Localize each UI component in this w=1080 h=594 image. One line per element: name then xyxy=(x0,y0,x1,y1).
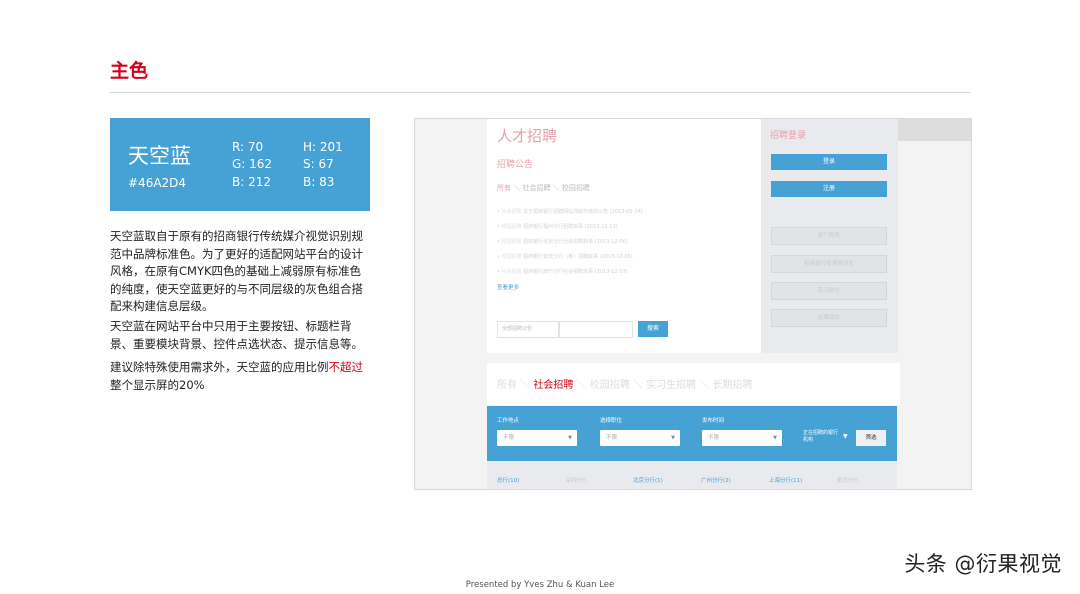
register-button[interactable]: 注册 xyxy=(771,181,887,197)
swatch-h: H: 201 xyxy=(303,140,343,154)
category-tabs: 所有 ＼ 社会招聘 ＼ 校园招聘 ＼ 实习生招聘 ＼ 长期招聘 xyxy=(497,380,753,391)
recruit-heading: 人才招聘 xyxy=(497,127,558,145)
description-paragraph-3: 建议除特殊使用需求外，天空蓝的应用比例不超过整个显示屏的20% xyxy=(110,359,372,394)
news-item[interactable]: • 校园招聘 招商银行安庆分行（筹）招聘启事 (2013-12-05) xyxy=(497,253,633,260)
login-title: 招聘登录 xyxy=(770,131,807,141)
news-item[interactable]: • 校园招聘 招商银行福州分行招聘启事 (2013-12-13) xyxy=(497,223,618,230)
location-label: 工作地点 xyxy=(497,418,520,424)
swatch-g: G: 162 xyxy=(232,157,273,171)
link-button[interactable]: 招商银行管理培训生 xyxy=(771,255,887,273)
link-button[interactable]: 招聘须知 xyxy=(771,309,887,327)
swatch-r: R: 70 xyxy=(232,140,264,154)
login-panel: 招聘登录 登录 注册 部门党风 招商银行管理培训生 实习岗位 招聘须知 xyxy=(761,119,898,353)
slide: 主色 天空蓝 #46A2D4 R: 70 G: 162 B: 212 H: 20… xyxy=(0,0,1080,594)
branch-bar: 总行(10) 深圳分行 北京分行(1) 广州分行(2) 上海分行(11) 重庆分… xyxy=(487,461,897,489)
branch-link[interactable]: 重庆分行 xyxy=(837,476,859,484)
news-item[interactable]: • 社会招聘 关于招商银行招聘网站改版升级的公告 (2013-05-24) xyxy=(497,208,643,215)
watermark: 头条 @衍果视觉 xyxy=(904,552,1062,576)
link-button[interactable]: 部门党风 xyxy=(771,227,887,245)
date-select[interactable]: 不限 ▼ xyxy=(702,430,782,446)
news-item[interactable]: • 社会招聘 招商银行西宁分行社会招聘启事 (2013-12-03) xyxy=(497,268,628,275)
filter-button[interactable]: 筛选 xyxy=(856,430,886,446)
website-screenshot: 人才招聘 招聘公告 所有 ＼ 社会招聘 ＼ 校园招聘 • 社会招聘 关于招商银行… xyxy=(414,118,972,490)
branch-link[interactable]: 深圳分行 xyxy=(565,476,587,484)
tab-social[interactable]: 社会招聘 xyxy=(522,184,550,192)
chevron-down-icon: ▼ xyxy=(773,435,777,441)
position-select[interactable]: 不限 ▼ xyxy=(600,430,680,446)
branch-link[interactable]: 广州分行(2) xyxy=(701,476,731,484)
news-item[interactable]: • 校园招聘 招商银行北京分行社会招聘启事 (2013-12-06) xyxy=(497,238,628,245)
more-link[interactable]: 查看更多 xyxy=(497,283,519,291)
swatch-s: S: 67 xyxy=(303,157,334,171)
tab-all-2[interactable]: 所有 xyxy=(497,380,517,391)
org-label: 正在招聘的银行机构 xyxy=(803,430,839,443)
category-tabs-bar: 所有 ＼ 社会招聘 ＼ 校园招聘 ＼ 实习生招聘 ＼ 长期招聘 xyxy=(487,363,900,405)
swatch-b: B: 212 xyxy=(232,175,271,189)
location-select[interactable]: 不限 ▼ xyxy=(497,430,577,446)
branch-link[interactable]: 北京分行(1) xyxy=(633,476,663,484)
color-swatch: 天空蓝 #46A2D4 R: 70 G: 162 B: 212 H: 201 S… xyxy=(110,118,370,211)
search-button[interactable]: 搜索 xyxy=(638,321,668,337)
p3-text-c: 整个显示屏的20% xyxy=(110,377,205,392)
search-input[interactable] xyxy=(559,321,633,338)
image-strip xyxy=(898,119,971,141)
swatch-name: 天空蓝 xyxy=(128,144,191,168)
chevron-down-icon: ▼ xyxy=(568,435,572,441)
chevron-down-icon: ▼ xyxy=(671,435,675,441)
tab-campus-2[interactable]: 校园招聘 xyxy=(590,380,630,391)
branch-link[interactable]: 总行(10) xyxy=(497,476,519,484)
p3-text-a: 建议除特殊使用需求外，天空蓝的应用比例 xyxy=(110,360,329,374)
swatch-hex: #46A2D4 xyxy=(128,176,187,190)
notice-tabs: 所有 ＼ 社会招聘 ＼ 校园招聘 xyxy=(497,184,590,192)
description-paragraph-2: 天空蓝在网站平台中只用于主要按钮、标题栏背景、重要模块背景、控件点选状态、提示信… xyxy=(110,319,363,351)
description-paragraph-1: 天空蓝取自于原有的招商银行传统媒介视觉识别规范中品牌标准色。为了更好的适配网站平… xyxy=(110,229,363,313)
recruit-card: 人才招聘 招聘公告 所有 ＼ 社会招聘 ＼ 校园招聘 • 社会招聘 关于招商银行… xyxy=(487,119,761,353)
tab-intern[interactable]: 实习生招聘 xyxy=(646,380,696,391)
title-divider xyxy=(110,92,970,93)
branch-link[interactable]: 上海分行(11) xyxy=(769,476,802,484)
notice-heading: 招聘公告 xyxy=(497,160,534,170)
tab-all[interactable]: 所有 xyxy=(497,184,511,192)
link-button[interactable]: 实习岗位 xyxy=(771,282,887,300)
tab-longterm[interactable]: 长期招聘 xyxy=(712,380,752,391)
login-button[interactable]: 登录 xyxy=(771,154,887,170)
swatch-brightness: B: 83 xyxy=(303,175,335,189)
tab-social-2[interactable]: 社会招聘 xyxy=(533,380,573,391)
org-chevron-icon[interactable]: ▼ xyxy=(843,433,848,440)
p3-highlight: 不超过 xyxy=(328,360,364,374)
date-label: 发布时间 xyxy=(702,418,725,424)
notice-select[interactable]: 全部招聘公告 xyxy=(497,321,559,338)
page-title: 主色 xyxy=(110,60,149,82)
filter-bar: 工作地点 不限 ▼ 选择职位 不限 ▼ 发布时间 不限 ▼ 正在招聘的银行机构 ▼ 筛… xyxy=(487,406,897,461)
tab-campus[interactable]: 校园招聘 xyxy=(562,184,590,192)
footer-credit: Presented by Yves Zhu & Kuan Lee xyxy=(465,580,615,590)
position-label: 选择职位 xyxy=(600,418,623,424)
